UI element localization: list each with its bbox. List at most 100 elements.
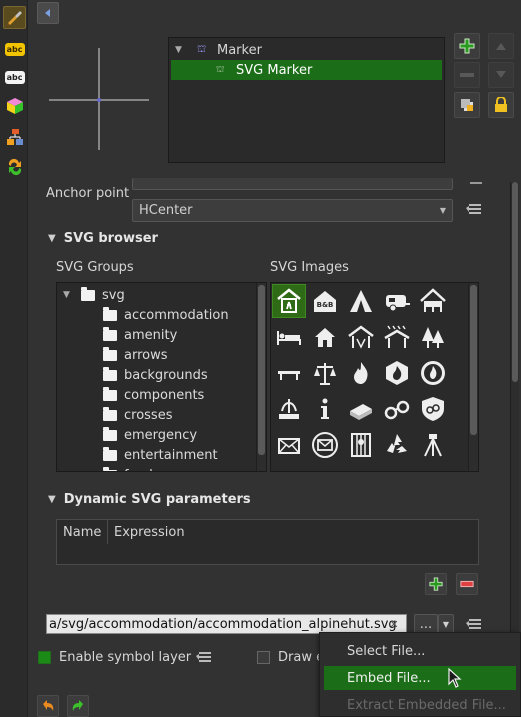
add-parameter-button[interactable]	[425, 573, 447, 595]
diagram-labels-tool[interactable]: abc	[3, 66, 26, 89]
clear-icon[interactable]: ✕	[386, 617, 402, 631]
police-badge-icon[interactable]	[416, 392, 450, 426]
svg-images-grid[interactable]: B&B	[270, 282, 479, 472]
fire-badge-icon[interactable]	[416, 356, 450, 390]
survey-tripod-icon[interactable]	[416, 428, 450, 462]
camping-tent-icon[interactable]	[344, 284, 378, 318]
expand-arrow-icon[interactable]: ▼	[175, 45, 191, 55]
lock-layer-button[interactable]	[488, 92, 514, 118]
hostel-bed-icon[interactable]	[272, 320, 306, 354]
recycling-icon[interactable]	[380, 428, 414, 462]
group-item[interactable]: arrows	[103, 345, 168, 365]
duplicate-layer-button[interactable]	[454, 92, 480, 118]
group-item[interactable]: crosses	[103, 405, 172, 425]
chalet-icon[interactable]	[416, 284, 450, 318]
fire-icon[interactable]	[344, 356, 378, 390]
panel-scrollbar[interactable]	[510, 182, 519, 632]
anchor-point-label: Anchor point	[46, 186, 130, 201]
caravan-icon[interactable]	[380, 284, 414, 318]
fountain-icon[interactable]	[272, 392, 306, 426]
partial-icon[interactable]	[308, 464, 342, 471]
3d-view-tool[interactable]	[3, 94, 26, 117]
svg-text:B&B: B&B	[317, 301, 334, 309]
bed-and-breakfast-icon[interactable]: B&B	[308, 284, 342, 318]
data-defined-override-icon[interactable]	[194, 649, 214, 667]
group-item[interactable]: emergency	[103, 425, 197, 445]
browse-label: ...	[419, 616, 433, 632]
dynamic-params-table[interactable]: Name Expression	[56, 519, 479, 565]
group-item[interactable]: amenity	[103, 325, 177, 345]
extract-embedded-file-menu-item[interactable]: Extract Embedded File...	[324, 693, 516, 717]
prison-icon[interactable]	[344, 428, 378, 462]
partial-icon[interactable]	[416, 464, 450, 471]
group-item[interactable]: food	[103, 465, 153, 472]
browse-button[interactable]: ...	[414, 614, 438, 634]
move-down-button[interactable]	[488, 62, 514, 88]
move-up-button[interactable]	[488, 33, 514, 59]
size-field-partial[interactable]	[132, 178, 453, 190]
scrollbar-thumb[interactable]	[258, 285, 265, 455]
group-item[interactable]: components	[103, 385, 204, 405]
data-defined-override-icon[interactable]	[464, 201, 484, 219]
images-scrollbar[interactable]	[468, 283, 478, 471]
collapse-button[interactable]	[37, 2, 59, 24]
add-layer-button[interactable]	[454, 33, 480, 59]
partial-icon[interactable]	[380, 464, 414, 471]
group-item[interactable]: accommodation	[103, 305, 229, 325]
svg-groups-tree[interactable]: ▼ svg accommodation amenity arrows backg…	[56, 282, 267, 472]
column-header-expression[interactable]: Expression	[108, 520, 478, 544]
svg-browser-header[interactable]: ▼ SVG browser	[48, 231, 158, 246]
triangle-left-icon	[45, 9, 50, 17]
label-yellow-icon: abc	[4, 43, 25, 56]
dynamic-params-header[interactable]: ▼ Dynamic SVG parameters	[48, 492, 251, 507]
browse-dropdown-button[interactable]: ▼	[438, 614, 454, 634]
remove-layer-button[interactable]	[454, 62, 480, 88]
undo-button[interactable]	[37, 695, 59, 717]
courthouse-scales-icon[interactable]	[308, 356, 342, 390]
group-item[interactable]: entertainment	[103, 445, 218, 465]
plus-icon	[429, 577, 443, 591]
svg-images-label: SVG Images	[270, 260, 349, 275]
actions-tool[interactable]	[3, 155, 26, 178]
group-label: arrows	[124, 347, 168, 363]
redo-button[interactable]	[67, 695, 89, 717]
library-book-icon[interactable]	[344, 392, 378, 426]
expand-arrow-icon[interactable]: ▼	[63, 290, 77, 300]
tree-item-marker[interactable]: ▼ ⛫ Marker	[169, 40, 444, 60]
anchor-point-select[interactable]: HCenter ▼	[132, 199, 453, 222]
group-item[interactable]: backgrounds	[103, 365, 208, 385]
bench-icon[interactable]	[272, 356, 306, 390]
post-box-icon[interactable]	[308, 428, 342, 462]
trees-icon[interactable]	[416, 320, 450, 354]
diagrams-tool[interactable]	[3, 125, 26, 148]
toilets-wc-icon[interactable]: •WC	[344, 464, 378, 471]
shelter-rain-icon[interactable]	[380, 320, 414, 354]
labels-tool[interactable]: abc	[3, 38, 26, 61]
group-label: crosses	[124, 407, 173, 423]
partial-icon[interactable]	[272, 464, 306, 471]
shelter-icon[interactable]	[344, 320, 378, 354]
information-icon[interactable]	[308, 392, 342, 426]
select-file-menu-item[interactable]: Select File...	[324, 639, 516, 663]
enable-layer-checkbox[interactable]	[38, 651, 51, 664]
data-defined-override-icon[interactable]	[466, 176, 486, 194]
groups-scrollbar[interactable]	[256, 283, 266, 471]
scrollbar-thumb[interactable]	[470, 285, 477, 435]
group-root[interactable]: ▼ svg	[63, 285, 125, 305]
folder-icon	[103, 346, 117, 361]
svg-file-path-input[interactable]: a/svg/accommodation/accommodation_alpine…	[46, 614, 407, 634]
post-office-icon[interactable]	[272, 428, 306, 462]
column-header-name[interactable]: Name	[57, 520, 108, 544]
house-icon[interactable]	[308, 320, 342, 354]
embed-file-menu-item[interactable]: Embed File...	[324, 666, 516, 690]
draw-effects-checkbox[interactable]	[257, 651, 270, 664]
symbol-layer-tree[interactable]: ▼ ⛫ Marker ⛫ SVG Marker	[168, 37, 445, 163]
police-handcuffs-icon[interactable]	[380, 392, 414, 426]
scrollbar-thumb[interactable]	[512, 182, 518, 382]
fire-station-icon[interactable]	[380, 356, 414, 390]
remove-parameter-button[interactable]	[456, 573, 478, 595]
group-label: food	[124, 468, 153, 472]
symbology-tool[interactable]	[3, 6, 26, 29]
alpine-hut-icon[interactable]	[272, 284, 306, 318]
tree-item-svg-marker[interactable]: ⛫ SVG Marker	[171, 60, 442, 80]
